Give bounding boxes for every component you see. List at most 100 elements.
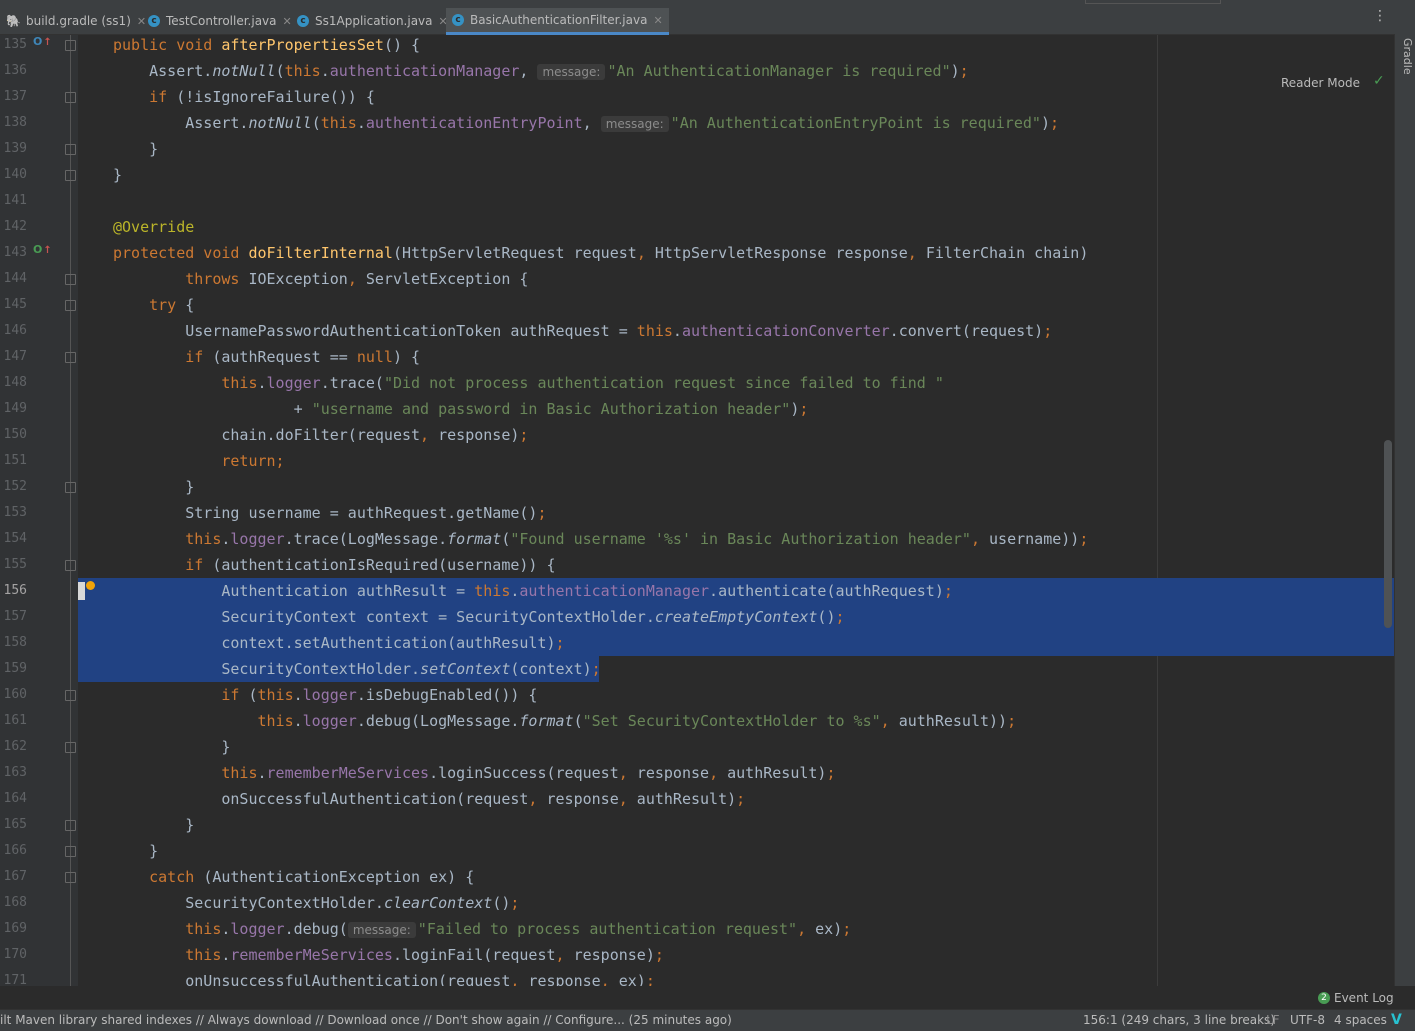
line-number[interactable]: 149 [0,396,27,422]
code-text[interactable]: } [113,812,194,838]
code-text[interactable]: catch (AuthenticationException ex) { [113,864,474,890]
fold-toggle-icon[interactable] [65,352,76,363]
line-number[interactable]: 145 [0,292,27,318]
code-line[interactable]: 155 if (authenticationIsRequired(usernam… [0,552,1394,578]
vertical-scrollbar[interactable] [1384,440,1392,628]
line-number[interactable]: 166 [0,838,27,864]
line-number[interactable]: 165 [0,812,27,838]
code-line[interactable]: 154 this.logger.trace(LogMessage.format(… [0,526,1394,552]
line-number[interactable]: 170 [0,942,27,968]
line-number[interactable]: 137 [0,84,27,110]
file-encoding[interactable]: UTF-8 [1290,1013,1325,1027]
line-number[interactable]: 136 [0,58,27,84]
code-line[interactable]: 166 } [0,838,1394,864]
code-line[interactable]: 149 + "username and password in Basic Au… [0,396,1394,422]
tab-basicauthenticationfilter[interactable]: c BasicAuthenticationFilter.java ✕ [446,8,669,35]
close-icon[interactable]: ✕ [137,15,146,28]
code-text[interactable]: this.rememberMeServices.loginSuccess(req… [113,760,835,786]
lightbulb-icon[interactable] [86,581,95,590]
code-line[interactable]: 144 throws IOException, ServletException… [0,266,1394,292]
code-text[interactable]: if (this.logger.isDebugEnabled()) { [113,682,537,708]
fold-toggle-icon[interactable] [65,144,76,155]
code-text[interactable]: onUnsuccessfulAuthentication(request, re… [113,968,655,986]
code-line[interactable]: 141 [0,188,1394,214]
code-line[interactable]: 163 this.rememberMeServices.loginSuccess… [0,760,1394,786]
code-line[interactable]: 152 } [0,474,1394,500]
code-text[interactable]: onSuccessfulAuthentication(request, resp… [113,786,745,812]
line-number[interactable]: 142 [0,214,27,240]
code-line[interactable]: 158 context.setAuthentication(authResult… [0,630,1394,656]
code-line[interactable]: 142 @Override [0,214,1394,240]
vcs-icon[interactable]: V [1391,1012,1402,1028]
status-message[interactable]: ilt Maven library shared indexes // Alwa… [0,1013,732,1027]
code-line[interactable]: 165 } [0,812,1394,838]
code-text[interactable]: } [113,136,158,162]
code-line[interactable]: 138 Assert.notNull(this.authenticationEn… [0,110,1394,136]
line-number[interactable]: 151 [0,448,27,474]
code-text[interactable]: SecurityContextHolder.clearContext(); [113,890,519,916]
line-number[interactable]: 144 [0,266,27,292]
code-text[interactable]: this.logger.debug(message: "Failed to pro… [113,916,851,943]
fold-toggle-icon[interactable] [65,274,76,285]
more-tabs-menu-icon[interactable]: ⋮ [1373,9,1387,23]
code-text[interactable]: this.logger.trace("Did not process authe… [113,370,943,396]
code-line[interactable]: 147 if (authRequest == null) { [0,344,1394,370]
code-line[interactable]: 162 } [0,734,1394,760]
code-text[interactable]: } [113,162,122,188]
code-editor[interactable]: 135 O↑ public void afterPropertiesSet() {1… [0,35,1394,986]
line-number[interactable]: 155 [0,552,27,578]
line-number[interactable]: 160 [0,682,27,708]
implements-icon[interactable]: O↑ [33,243,52,258]
code-line[interactable]: 153 String username = authRequest.getNam… [0,500,1394,526]
code-text[interactable]: this.logger.debug(LogMessage.format("Set… [113,708,1017,734]
code-line[interactable]: 145 try { [0,292,1394,318]
fold-toggle-icon[interactable] [65,92,76,103]
line-number[interactable]: 162 [0,734,27,760]
line-number[interactable]: 158 [0,630,27,656]
code-text[interactable]: SecurityContext context = SecurityContex… [113,604,844,630]
code-text[interactable]: Assert.notNull(this.authenticationEntryP… [113,110,1059,137]
code-text[interactable]: @Override [113,214,194,240]
line-number[interactable]: 156 [0,578,27,604]
close-icon[interactable]: ✕ [283,15,292,28]
tab-ss1application[interactable]: c Ss1Application.java ✕ [297,8,448,34]
line-number[interactable]: 167 [0,864,27,890]
code-line[interactable]: 164 onSuccessfulAuthentication(request, … [0,786,1394,812]
caret-position[interactable]: 156:1 (249 chars, 3 line breaks) [1083,1013,1275,1027]
code-line[interactable]: 170 this.rememberMeServices.loginFail(re… [0,942,1394,968]
line-number[interactable]: 148 [0,370,27,396]
code-text[interactable]: Assert.notNull(this.authenticationManage… [113,58,969,85]
code-text[interactable]: + "username and password in Basic Author… [113,396,809,422]
line-number[interactable]: 163 [0,760,27,786]
fold-toggle-icon[interactable] [65,170,76,181]
code-text[interactable]: String username = authRequest.getName(); [113,500,546,526]
fold-toggle-icon[interactable] [65,40,76,51]
code-text[interactable]: SecurityContextHolder.setContext(context… [113,656,600,682]
code-text[interactable]: this.logger.trace(LogMessage.format("Fou… [113,526,1088,552]
code-text[interactable]: protected void doFilterInternal(HttpServ… [113,240,1088,266]
line-number[interactable]: 169 [0,916,27,942]
code-text[interactable]: } [113,734,230,760]
fold-toggle-icon[interactable] [65,872,76,883]
line-number[interactable]: 159 [0,656,27,682]
code-line[interactable]: 151 return; [0,448,1394,474]
line-number[interactable]: 138 [0,110,27,136]
code-text[interactable]: this.rememberMeServices.loginFail(reques… [113,942,664,968]
fold-toggle-icon[interactable] [65,690,76,701]
line-number[interactable]: 154 [0,526,27,552]
line-number[interactable]: 143 [0,240,27,266]
code-text[interactable]: if (authRequest == null) { [113,344,420,370]
code-line[interactable]: 160 if (this.logger.isDebugEnabled()) { [0,682,1394,708]
line-number[interactable]: 146 [0,318,27,344]
code-line[interactable]: 136 Assert.notNull(this.authenticationMa… [0,58,1394,84]
fold-toggle-icon[interactable] [65,742,76,753]
tab-testcontroller[interactable]: c TestController.java ✕ [148,8,292,34]
code-text[interactable]: try { [113,292,194,318]
line-number[interactable]: 139 [0,136,27,162]
line-number[interactable]: 164 [0,786,27,812]
fold-toggle-icon[interactable] [65,300,76,311]
code-line[interactable]: 143 O↑ protected void doFilterInternal(Htt… [0,240,1394,266]
code-line[interactable]: 168 SecurityContextHolder.clearContext()… [0,890,1394,916]
code-text[interactable]: public void afterPropertiesSet() { [113,35,420,58]
code-line[interactable]: 157 SecurityContext context = SecurityCo… [0,604,1394,630]
